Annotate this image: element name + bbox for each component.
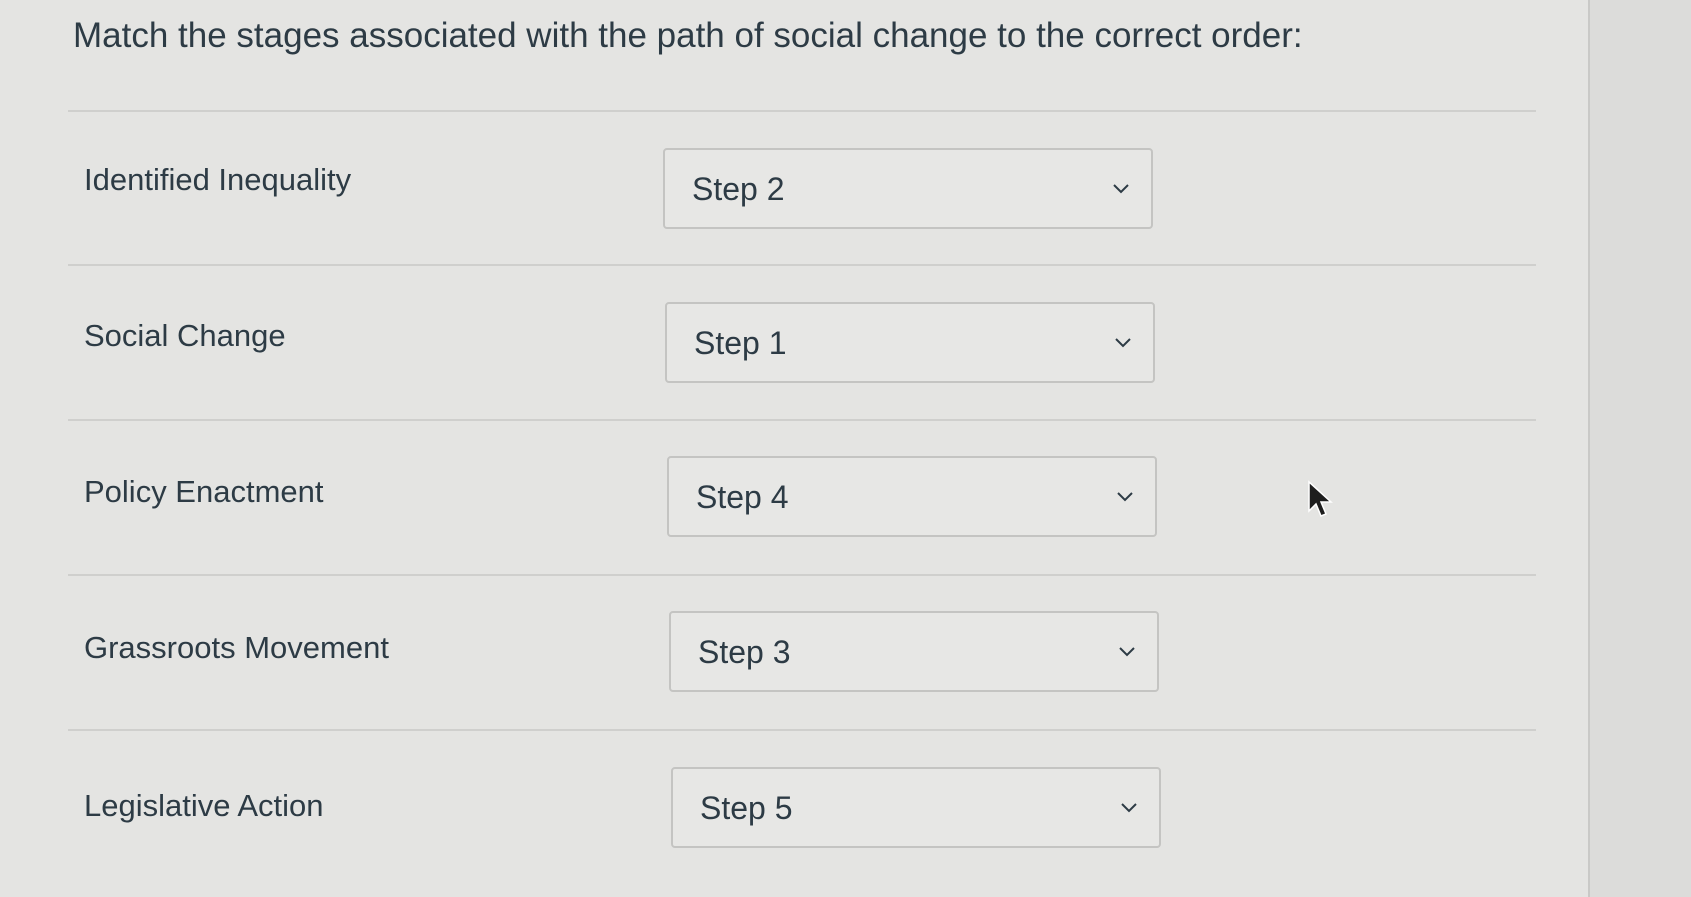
chevron-down-icon: [1113, 184, 1129, 194]
match-select-policy-enactment[interactable]: Step 4: [667, 456, 1157, 537]
match-label-social-change: Social Change: [84, 318, 286, 353]
chevron-down-icon: [1119, 647, 1135, 657]
question-card: Match the stages associated with the pat…: [0, 0, 1590, 897]
chevron-down-icon: [1121, 803, 1137, 813]
divider: [68, 110, 1536, 112]
select-value: Step 3: [698, 634, 791, 670]
question-prompt: Match the stages associated with the pat…: [73, 16, 1303, 55]
match-label-grassroots-movement: Grassroots Movement: [84, 630, 389, 665]
match-label-legislative-action: Legislative Action: [84, 788, 324, 823]
select-value: Step 1: [694, 325, 787, 361]
select-value: Step 4: [696, 479, 789, 515]
divider: [68, 264, 1536, 266]
match-select-grassroots-movement[interactable]: Step 3: [669, 611, 1159, 692]
divider: [68, 729, 1536, 731]
divider: [68, 574, 1536, 576]
match-select-identified-inequality[interactable]: Step 2: [663, 148, 1153, 229]
chevron-down-icon: [1115, 338, 1131, 348]
divider: [68, 419, 1536, 421]
match-label-policy-enactment: Policy Enactment: [84, 474, 324, 509]
chevron-down-icon: [1117, 492, 1133, 502]
select-value: Step 5: [700, 790, 793, 826]
match-select-legislative-action[interactable]: Step 5: [671, 767, 1161, 848]
match-label-identified-inequality: Identified Inequality: [84, 162, 352, 197]
match-select-social-change[interactable]: Step 1: [665, 302, 1155, 383]
select-value: Step 2: [692, 171, 785, 207]
mouse-cursor-icon: [1308, 480, 1333, 517]
